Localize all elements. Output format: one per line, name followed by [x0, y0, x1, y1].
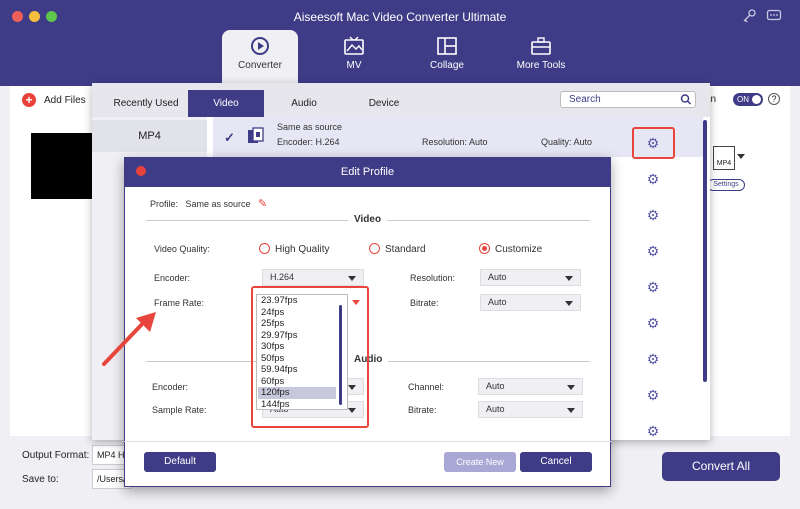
nav-tab-label: MV — [346, 60, 362, 71]
gear-icon[interactable]: ⚙ — [645, 171, 661, 187]
resolution-select[interactable]: Auto — [480, 269, 581, 286]
channel-value: Auto — [486, 381, 505, 391]
gear-icon[interactable]: ⚙ — [645, 423, 661, 439]
nav-tab-converter[interactable]: Converter — [222, 30, 298, 86]
chat-icon[interactable] — [766, 8, 782, 24]
nav-tab-mv[interactable]: MV — [316, 30, 392, 82]
tab-device[interactable]: Device — [352, 90, 416, 117]
video-section-title: Video — [348, 214, 388, 225]
channel-label: Channel: — [408, 382, 445, 392]
cancel-button[interactable]: Cancel — [520, 452, 592, 472]
check-icon: ✓ — [224, 130, 235, 145]
frame-rate-label: Frame Rate: — [154, 298, 205, 308]
search-input[interactable]: Search — [560, 91, 696, 108]
format-list-scrollbar[interactable] — [703, 120, 707, 382]
chevron-down-icon[interactable] — [737, 154, 745, 159]
app-window: Aiseesoft Mac Video Converter Ultimate C… — [0, 0, 800, 509]
chevron-down-icon — [565, 276, 573, 281]
chevron-down-icon — [567, 385, 575, 390]
audio-bitrate-select[interactable]: Auto — [478, 401, 583, 418]
gear-icon[interactable]: ⚙ — [645, 315, 661, 331]
app-title: Aiseesoft Mac Video Converter Ultimate — [293, 10, 507, 24]
preset-name: Same as source — [277, 122, 343, 132]
acceleration-toggle[interactable]: ON — [733, 93, 763, 106]
tab-recently-used[interactable]: Recently Used — [104, 90, 188, 117]
radio-high-quality[interactable] — [259, 243, 270, 254]
bitrate-value: Auto — [488, 297, 507, 307]
pencil-icon[interactable]: ✎ — [258, 197, 267, 210]
gear-icon[interactable]: ⚙ — [645, 243, 661, 259]
video-file-icon — [246, 126, 266, 146]
bitrate-label: Bitrate: — [410, 298, 439, 308]
nav-tab-label: More Tools — [516, 60, 566, 71]
radio-standard[interactable] — [369, 243, 380, 254]
high-quality-label: High Quality — [275, 244, 330, 255]
toolbox-icon — [530, 36, 552, 56]
key-icon[interactable] — [741, 8, 757, 24]
profile-value: Same as source — [185, 199, 251, 209]
dialog-title: Edit Profile — [340, 166, 395, 178]
add-files-button[interactable]: + Add Files — [22, 92, 86, 108]
create-new-button[interactable]: Create New — [444, 452, 516, 472]
gear-icon[interactable]: ⚙ — [645, 387, 661, 403]
convert-all-button[interactable]: Convert All — [662, 452, 780, 481]
format-category-mp4[interactable]: MP4 — [92, 120, 207, 152]
preset-quality: Quality: Auto — [541, 137, 593, 147]
nav-tab-more-tools[interactable]: More Tools — [503, 30, 579, 82]
collage-icon — [436, 36, 458, 56]
preset-encoder: Encoder: H.264 — [277, 137, 340, 147]
audio-bitrate-value: Auto — [486, 404, 505, 414]
nav-tab-label: Converter — [238, 60, 282, 71]
standard-label: Standard — [385, 244, 426, 255]
search-icon[interactable] — [680, 91, 694, 108]
chevron-down-icon — [348, 276, 356, 281]
encoder-select[interactable]: H.264 — [262, 269, 364, 286]
divider — [124, 441, 611, 442]
settings-button[interactable]: Settings — [707, 179, 745, 191]
chevron-down-icon — [567, 408, 575, 413]
channel-select[interactable]: Auto — [478, 378, 583, 395]
encoder-label: Encoder: — [154, 273, 191, 283]
plus-icon: + — [22, 93, 36, 107]
save-to-label: Save to: — [22, 474, 59, 485]
video-quality-label: Video Quality: — [154, 244, 210, 254]
output-format-label: Output Format: — [22, 450, 90, 461]
resolution-value: Auto — [488, 272, 507, 282]
encoder-value: H.264 — [270, 272, 295, 282]
resolution-label: Resolution: — [410, 273, 456, 283]
nav-tab-collage[interactable]: Collage — [409, 30, 485, 82]
bitrate-select[interactable]: Auto — [480, 294, 581, 311]
radio-customize[interactable] — [479, 243, 490, 254]
gear-icon[interactable]: ⚙ — [645, 135, 661, 151]
gear-icon[interactable]: ⚙ — [645, 207, 661, 223]
frame-rate-highlight-box — [251, 286, 369, 428]
chevron-down-icon — [565, 301, 573, 306]
video-thumbnail[interactable] — [31, 133, 93, 199]
mv-icon — [343, 36, 365, 56]
converter-icon — [249, 36, 271, 56]
preset-resolution: Resolution: Auto — [422, 137, 488, 147]
tab-video[interactable]: Video — [188, 90, 264, 117]
customize-label: Customize — [495, 244, 543, 255]
annotation-arrow-icon — [102, 312, 156, 366]
profile-label: Profile: — [150, 199, 179, 209]
profile-row: Profile: Same as source — [150, 199, 251, 209]
audio-encoder-label: Encoder: — [152, 382, 189, 392]
audio-bitrate-label: Bitrate: — [408, 405, 437, 415]
sample-rate-label: Sample Rate: — [152, 405, 207, 415]
add-files-label: Add Files — [44, 94, 86, 106]
gear-icon[interactable]: ⚙ — [645, 279, 661, 295]
nav-tab-label: Collage — [430, 60, 464, 71]
gear-icon[interactable]: ⚙ — [645, 351, 661, 367]
output-format-badge[interactable]: MP4 — [713, 146, 735, 170]
help-icon[interactable]: ? — [768, 93, 780, 105]
tab-audio[interactable]: Audio — [270, 90, 338, 117]
default-button[interactable]: Default — [144, 452, 216, 472]
